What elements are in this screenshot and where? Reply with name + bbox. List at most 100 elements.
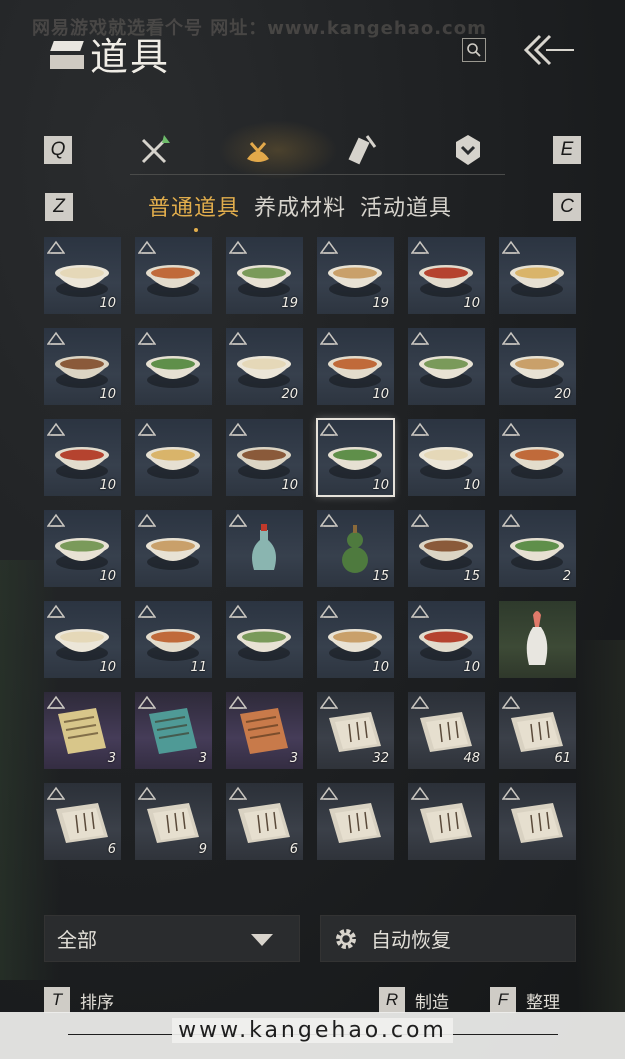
inventory-slot[interactable]: 10	[44, 510, 121, 587]
inventory-slot[interactable]: 20	[226, 328, 303, 405]
inventory-slot[interactable]: 3	[135, 692, 212, 769]
category-tab-gems[interactable]	[448, 130, 488, 170]
inventory-slot[interactable]	[135, 237, 212, 314]
item-badge-icon	[411, 331, 429, 345]
inventory-slot[interactable]: 19	[317, 237, 394, 314]
inventory-slot[interactable]: 32	[317, 692, 394, 769]
inventory-slot[interactable]: 10	[44, 237, 121, 314]
item-count: 10	[372, 387, 389, 402]
inventory-slot[interactable]: 15	[408, 510, 485, 587]
whitevase-item-icon	[526, 611, 548, 665]
inventory-slot[interactable]	[499, 237, 576, 314]
item-badge-icon	[47, 240, 65, 254]
item-badge-icon	[47, 695, 65, 709]
item-badge-icon	[138, 331, 156, 345]
inventory-slot[interactable]: 19	[226, 237, 303, 314]
inventory-slot[interactable]	[135, 419, 212, 496]
inventory-slot[interactable]: 2	[499, 510, 576, 587]
search-icon	[467, 43, 481, 57]
next-category-key[interactable]: E	[553, 136, 581, 164]
category-tab-items[interactable]	[238, 130, 278, 170]
inventory-slot[interactable]: 10	[44, 419, 121, 496]
item-badge-icon	[411, 786, 429, 800]
subtab-event-items[interactable]: 活动道具	[360, 190, 452, 222]
item-count: 10	[463, 478, 480, 493]
inventory-slot[interactable]: 20	[499, 328, 576, 405]
category-tab-documents[interactable]	[342, 130, 382, 170]
item-count: 15	[463, 569, 480, 584]
item-count: 10	[99, 296, 116, 311]
inventory-slot[interactable]: 9	[135, 783, 212, 860]
prev-category-key[interactable]: Q	[44, 136, 72, 164]
inventory-slot[interactable]	[226, 510, 303, 587]
item-count: 10	[99, 387, 116, 402]
inventory-slot[interactable]: 15	[317, 510, 394, 587]
inventory-slot[interactable]: 10	[408, 601, 485, 678]
sub-tab-bar: 普通道具 养成材料 活动道具	[148, 190, 452, 232]
inventory-slot[interactable]	[226, 601, 303, 678]
search-button[interactable]	[462, 38, 486, 62]
footer-watermark-url: www.kangehao.com	[0, 1018, 625, 1043]
inventory-slot[interactable]: 10	[44, 601, 121, 678]
item-badge-icon	[411, 240, 429, 254]
inventory-slot[interactable]: 6	[226, 783, 303, 860]
gem-badge-icon	[456, 135, 480, 165]
inventory-slot[interactable]: 10	[317, 601, 394, 678]
item-badge-icon	[502, 786, 520, 800]
back-arrow-icon	[523, 34, 574, 66]
item-badge-icon	[320, 422, 338, 436]
item-count: 10	[463, 296, 480, 311]
item-badge-icon	[411, 422, 429, 436]
sort-hotkey[interactable]: T 排序	[44, 987, 114, 1013]
inventory-slot[interactable]: 10	[226, 419, 303, 496]
item-count: 6	[289, 842, 298, 857]
craft-hotkey[interactable]: R 制造	[379, 987, 449, 1013]
inventory-slot[interactable]: 10	[317, 328, 394, 405]
inventory-slot[interactable]	[499, 601, 576, 678]
back-button[interactable]	[520, 32, 576, 68]
subtab-normal-items-label: 普通道具	[148, 196, 241, 221]
inventory-slot[interactable]	[408, 328, 485, 405]
inventory-slot[interactable]: 10	[44, 328, 121, 405]
subtab-upgrade-materials[interactable]: 养成材料	[254, 190, 346, 222]
item-count: 6	[107, 842, 116, 857]
item-badge-icon	[138, 422, 156, 436]
inventory-slot[interactable]: 10	[408, 237, 485, 314]
filter-dropdown[interactable]: 全部	[44, 915, 300, 962]
next-subtab-key[interactable]: C	[553, 193, 581, 221]
category-tab-equipment[interactable]	[135, 130, 175, 170]
item-count: 10	[463, 660, 480, 675]
bottom-controls: 全部 自动恢复	[44, 915, 584, 963]
item-count: 15	[372, 569, 389, 584]
inventory-grid-viewport[interactable]: 2101010191910102010201010101010151521011…	[44, 237, 584, 891]
item-badge-icon	[320, 695, 338, 709]
item-count: 19	[281, 296, 298, 311]
inventory-slot[interactable]: 6	[44, 783, 121, 860]
chevron-down-icon	[251, 934, 273, 946]
inventory-slot[interactable]: 3	[226, 692, 303, 769]
subtab-normal-items[interactable]: 普通道具	[148, 190, 241, 232]
item-count: 20	[281, 387, 298, 402]
inventory-slot[interactable]	[317, 783, 394, 860]
inventory-slot[interactable]: 10	[408, 419, 485, 496]
item-count: 2	[562, 569, 571, 584]
inventory-slot[interactable]	[408, 783, 485, 860]
inventory-slot[interactable]	[499, 419, 576, 496]
inventory-slot[interactable]: 48	[408, 692, 485, 769]
organize-hotkey[interactable]: F 整理	[490, 987, 560, 1013]
item-count: 20	[554, 387, 571, 402]
inventory-slot[interactable]: 11	[135, 601, 212, 678]
inventory-slot[interactable]: 61	[499, 692, 576, 769]
item-badge-icon	[320, 786, 338, 800]
page-title: 道具	[90, 35, 171, 79]
prev-subtab-key[interactable]: Z	[45, 193, 73, 221]
inventory-slot[interactable]	[499, 783, 576, 860]
inventory-slot[interactable]: 3	[44, 692, 121, 769]
pouch-icon	[247, 142, 269, 162]
inventory-slot[interactable]	[135, 510, 212, 587]
item-count: 10	[99, 478, 116, 493]
item-count: 19	[372, 296, 389, 311]
auto-recover-button[interactable]: 自动恢复	[320, 915, 576, 962]
inventory-slot[interactable]	[135, 328, 212, 405]
inventory-slot[interactable]: 10	[316, 418, 395, 497]
